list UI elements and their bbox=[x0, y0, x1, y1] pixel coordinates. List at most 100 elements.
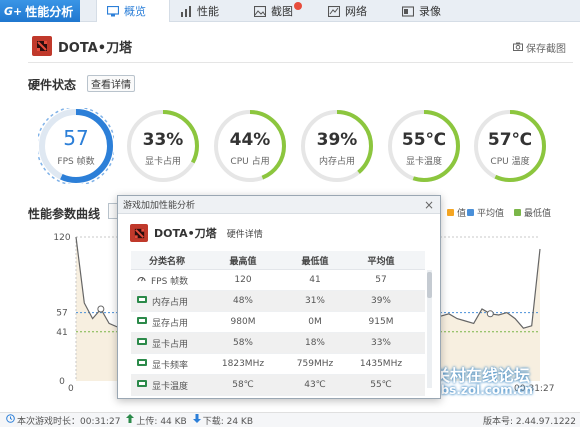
gauge-value: 55℃ bbox=[401, 130, 447, 150]
gauge-label: 显卡温度 bbox=[405, 157, 442, 167]
gauge-label: CPU 占用 bbox=[230, 157, 270, 167]
vram-icon bbox=[137, 317, 147, 327]
clock-icon bbox=[6, 414, 15, 426]
tab-label: 概览 bbox=[124, 5, 146, 18]
data-point bbox=[486, 310, 494, 318]
cpu-temp-gauge: 57℃ CPU 温度 bbox=[472, 108, 548, 184]
avg-value: 1435MHz bbox=[359, 359, 403, 369]
avg-value: 55℃ bbox=[370, 380, 392, 390]
gauge-value: 44% bbox=[229, 130, 271, 150]
network-icon bbox=[328, 5, 340, 17]
hardware-status-title: 硬件状态 bbox=[28, 78, 77, 92]
avg-value: 39% bbox=[370, 296, 391, 306]
gpu-temp-icon bbox=[137, 380, 147, 390]
tab-label: 截图 bbox=[271, 5, 293, 18]
table-row: 显卡占用 58% 18% 33% bbox=[131, 333, 425, 354]
avg-value: 915M bbox=[368, 317, 394, 327]
column-header-max: 最高值 bbox=[229, 256, 257, 267]
tab-overview[interactable]: 概览 bbox=[96, 0, 170, 22]
gauge-value: 33% bbox=[142, 130, 184, 150]
scrollbar-thumb[interactable] bbox=[427, 272, 432, 298]
upload-arrow-icon bbox=[126, 414, 135, 426]
legend-item-minimum: 最低值 bbox=[514, 206, 551, 219]
category-name: 显卡温度 bbox=[152, 381, 189, 392]
max-value: 1823MHz bbox=[221, 359, 265, 369]
min-value: 18% bbox=[304, 338, 325, 348]
view-details-button[interactable]: 查看详情 bbox=[87, 75, 135, 92]
category-cell: 显卡占用 bbox=[131, 337, 203, 350]
tab-label: 录像 bbox=[419, 5, 441, 18]
tab-recording[interactable]: 录像 bbox=[392, 0, 466, 22]
legend-label: 最低值 bbox=[524, 209, 552, 219]
avg-value: 33% bbox=[370, 338, 391, 348]
dialog-game-header: DOTA•刀塔 硬件详情 bbox=[130, 224, 263, 242]
gpu-usage-gauge: 33% 显卡占用 bbox=[125, 108, 201, 184]
tab-screenshots[interactable]: 截图 bbox=[244, 0, 318, 22]
legend-label: 平均值 bbox=[477, 209, 505, 219]
notification-badge bbox=[294, 2, 302, 10]
legend-swatch bbox=[514, 209, 521, 216]
cpu-usage-gauge: 44% CPU 占用 bbox=[212, 108, 288, 184]
dota-logo-icon bbox=[130, 224, 148, 242]
dialog-titlebar: 游戏加加性能分析 × bbox=[118, 196, 440, 214]
gauge-label: 内存占用 bbox=[318, 157, 355, 167]
legend-label: 值 bbox=[457, 209, 467, 219]
fps-gauge: 57 FPS 帧数 bbox=[38, 108, 114, 184]
memory-usage-gauge: 39% 内存占用 bbox=[299, 108, 375, 184]
min-value: 31% bbox=[304, 296, 325, 306]
category-cell: FPS 帧数 bbox=[131, 274, 203, 287]
max-value: 58℃ bbox=[232, 380, 254, 390]
save-screenshot-button[interactable]: 保存截图 bbox=[513, 40, 566, 55]
tab-performance[interactable]: 性能 bbox=[170, 0, 244, 22]
legend-swatch bbox=[447, 209, 454, 216]
tab-label: 网络 bbox=[345, 5, 367, 18]
image-icon bbox=[254, 5, 266, 17]
hardware-detail-table: 分类名称 最高值 最低值 平均值 FPS 帧数 120 41 57 内存占用 48% 31%… bbox=[131, 251, 425, 396]
y-tick-label: 41 bbox=[56, 328, 67, 338]
top-nav-bar: G+ 性能分析 概览 性能 截图 网络 录像 bbox=[0, 0, 580, 22]
gpu-temp-gauge: 55℃ 显卡温度 bbox=[386, 108, 462, 184]
download-arrow-icon bbox=[192, 414, 201, 426]
performance-curve-title: 性能参数曲线 bbox=[28, 207, 101, 221]
max-value: 58% bbox=[232, 338, 253, 348]
max-value: 48% bbox=[232, 296, 253, 306]
app-logo-mark: G+ bbox=[4, 4, 23, 18]
monitor-icon bbox=[107, 5, 119, 17]
legend-item-value: 值 bbox=[447, 206, 466, 219]
table-row: 显卡频率 1823MHz 759MHz 1435MHz bbox=[131, 354, 425, 375]
gpu-clock-icon bbox=[137, 359, 147, 369]
memory-icon bbox=[137, 296, 147, 306]
category-name: 显卡占用 bbox=[152, 339, 189, 350]
app-title: 性能分析 bbox=[25, 4, 74, 19]
legend-item-average: 平均值 bbox=[467, 206, 504, 219]
category-cell: 显卡温度 bbox=[131, 379, 203, 392]
column-header-category: 分类名称 bbox=[149, 256, 186, 267]
dialog-title: 游戏加加性能分析 bbox=[123, 201, 196, 211]
close-icon[interactable]: × bbox=[424, 198, 434, 212]
dialog-scrollbar[interactable] bbox=[427, 270, 432, 388]
y-tick-label: 0 bbox=[59, 377, 65, 387]
category-cell: 显存占用 bbox=[131, 316, 203, 329]
table-row: 显存占用 980M 0M 915M bbox=[131, 312, 425, 333]
fps-gauge-icon bbox=[137, 274, 146, 286]
app-logo: G+ 性能分析 bbox=[0, 0, 80, 22]
watermark-url: bbs.zol.com.cn bbox=[432, 383, 533, 397]
game-header: DOTA•刀塔 bbox=[32, 36, 132, 56]
y-tick-label: 57 bbox=[56, 309, 67, 319]
camera-icon bbox=[513, 42, 523, 54]
max-value: 120 bbox=[234, 275, 252, 285]
save-screenshot-label: 保存截图 bbox=[526, 44, 566, 55]
gauge-label: 显卡占用 bbox=[144, 157, 181, 167]
download-stat: 下载: 24 KB bbox=[192, 414, 253, 427]
table-row: 内存占用 48% 31% 39% bbox=[131, 291, 425, 312]
session-duration: 本次游戏时长：00:31:27 bbox=[6, 414, 120, 427]
header-divider bbox=[28, 62, 573, 63]
version-info: 版本号: 2.44.97.1222 bbox=[483, 414, 576, 427]
min-value: 41 bbox=[309, 275, 321, 285]
dialog-game-title: DOTA•刀塔 bbox=[154, 227, 217, 240]
dialog-subtitle: 硬件详情 bbox=[226, 229, 263, 240]
gauge-value: 57 bbox=[63, 126, 89, 150]
tab-network[interactable]: 网络 bbox=[318, 0, 392, 22]
category-cell: 显卡频率 bbox=[131, 358, 203, 371]
gauge-value: 57℃ bbox=[487, 130, 533, 150]
